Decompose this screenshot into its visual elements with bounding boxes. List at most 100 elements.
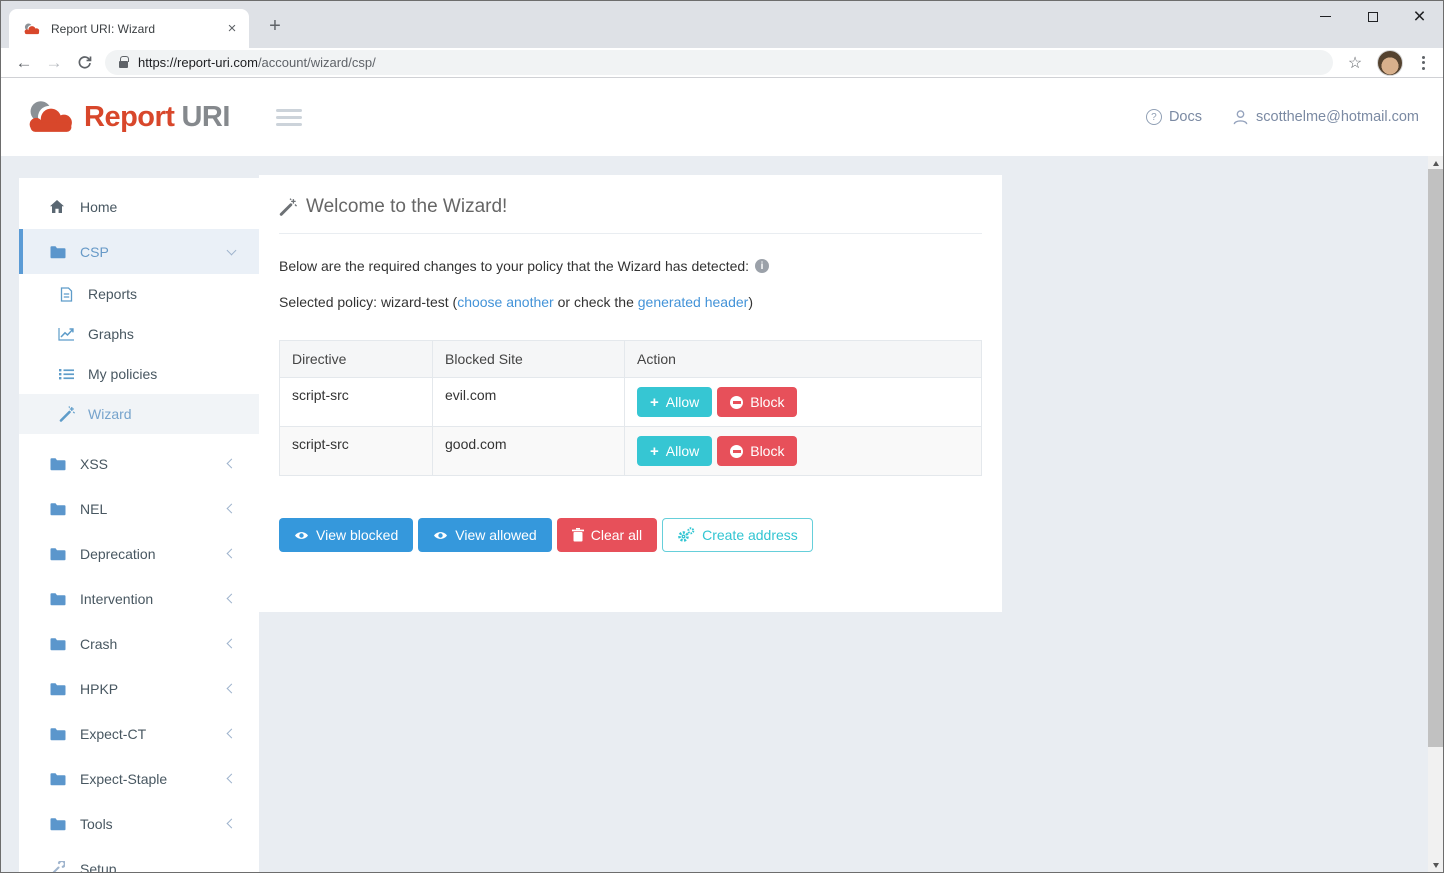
scroll-down-arrow[interactable] bbox=[1428, 858, 1443, 872]
cell-blocked-site: evil.com bbox=[433, 378, 625, 427]
chevron-left-icon bbox=[227, 684, 237, 694]
sidebar-item-reports[interactable]: Reports bbox=[19, 274, 259, 314]
sidebar-item-expect-staple[interactable]: Expect-Staple bbox=[19, 756, 259, 801]
cell-directive: script-src bbox=[280, 378, 433, 427]
view-blocked-button[interactable]: View blocked bbox=[279, 518, 413, 552]
wizard-panel: Welcome to the Wizard! Below are the req… bbox=[259, 175, 1002, 612]
plus-icon bbox=[650, 395, 659, 410]
sidebar-item-setup[interactable]: Setup bbox=[19, 846, 259, 872]
forward-button[interactable] bbox=[39, 50, 69, 76]
refresh-button[interactable] bbox=[69, 50, 99, 76]
file-icon bbox=[57, 287, 76, 302]
folder-icon bbox=[47, 637, 67, 651]
report-uri-logo[interactable]: Report URI bbox=[25, 100, 230, 134]
sidebar-item-xss[interactable]: XSS bbox=[19, 441, 259, 486]
eye-icon bbox=[294, 530, 309, 541]
chevron-left-icon bbox=[227, 594, 237, 604]
lock-icon[interactable] bbox=[119, 61, 128, 68]
browser-tab[interactable]: Report URI: Wizard bbox=[9, 9, 249, 48]
sidebar-item-nel[interactable]: NEL bbox=[19, 486, 259, 531]
block-button[interactable]: Block bbox=[717, 436, 797, 466]
sidebar: Home CSP Reports bbox=[19, 178, 259, 872]
allow-button[interactable]: Allow bbox=[637, 436, 712, 466]
user-icon bbox=[1232, 109, 1249, 126]
refresh-icon bbox=[77, 55, 92, 70]
policy-middle: or check the bbox=[554, 294, 638, 310]
bookmark-star-button[interactable] bbox=[1341, 53, 1369, 73]
folder-icon bbox=[47, 502, 67, 516]
magic-wand-icon bbox=[57, 406, 76, 422]
chevron-down-icon bbox=[227, 245, 237, 255]
sidebar-item-intervention[interactable]: Intervention bbox=[19, 576, 259, 621]
maximize-button[interactable] bbox=[1349, 1, 1396, 32]
clear-all-label: Clear all bbox=[591, 527, 642, 543]
sidebar-item-label: Intervention bbox=[80, 591, 228, 607]
folder-icon bbox=[47, 817, 67, 831]
cell-blocked-site: good.com bbox=[433, 427, 625, 476]
tab-close-icon[interactable] bbox=[223, 20, 241, 38]
block-button[interactable]: Block bbox=[717, 387, 797, 417]
block-label: Block bbox=[750, 443, 784, 459]
sidebar-item-label: Tools bbox=[80, 816, 228, 832]
column-header-action: Action bbox=[625, 341, 982, 378]
page-scrollbar[interactable] bbox=[1428, 156, 1443, 872]
sidebar-item-label: Deprecation bbox=[80, 546, 228, 562]
table-row: script-src good.com Allow Block bbox=[280, 427, 982, 476]
clear-all-button[interactable]: Clear all bbox=[557, 518, 657, 552]
docs-label: Docs bbox=[1169, 109, 1202, 125]
column-header-directive: Directive bbox=[280, 341, 433, 378]
new-tab-button[interactable] bbox=[263, 14, 287, 38]
page-title: Welcome to the Wizard! bbox=[306, 196, 507, 218]
generated-header-link[interactable]: generated header bbox=[638, 294, 749, 310]
sidebar-item-crash[interactable]: Crash bbox=[19, 621, 259, 666]
sidebar-item-deprecation[interactable]: Deprecation bbox=[19, 531, 259, 576]
back-button[interactable] bbox=[9, 50, 39, 76]
create-address-button[interactable]: Create address bbox=[662, 518, 813, 552]
info-icon[interactable] bbox=[755, 259, 769, 273]
browser-window: Report URI: Wizard https://report-uri.co… bbox=[0, 0, 1444, 873]
folder-icon bbox=[47, 682, 67, 696]
folder-icon bbox=[47, 772, 67, 786]
sidebar-item-tools[interactable]: Tools bbox=[19, 801, 259, 846]
chevron-left-icon bbox=[227, 459, 237, 469]
profile-avatar[interactable] bbox=[1377, 50, 1403, 76]
sidebar-item-label: Home bbox=[80, 199, 235, 215]
close-button[interactable] bbox=[1396, 1, 1443, 32]
minimize-button[interactable] bbox=[1302, 1, 1349, 32]
cell-action: Allow Block bbox=[625, 427, 982, 476]
web-page: Report URI Docs scotthelme@hotmail.com bbox=[1, 78, 1443, 872]
sidebar-item-csp[interactable]: CSP bbox=[19, 229, 259, 274]
sidebar-item-my-policies[interactable]: My policies bbox=[19, 354, 259, 394]
scrollbar-thumb[interactable] bbox=[1428, 169, 1443, 747]
logo-word-uri: URI bbox=[181, 101, 229, 134]
browser-menu-button[interactable] bbox=[1411, 51, 1435, 75]
view-allowed-button[interactable]: View allowed bbox=[418, 518, 551, 552]
sidebar-item-label: Expect-CT bbox=[80, 726, 228, 742]
sidebar-item-label: NEL bbox=[80, 501, 228, 517]
trash-icon bbox=[572, 528, 584, 542]
sidebar-item-label: Reports bbox=[88, 286, 137, 302]
choose-another-link[interactable]: choose another bbox=[457, 294, 554, 310]
sidebar-item-wizard[interactable]: Wizard bbox=[19, 394, 259, 434]
allow-label: Allow bbox=[666, 394, 699, 410]
chevron-left-icon bbox=[227, 729, 237, 739]
sidebar-item-graphs[interactable]: Graphs bbox=[19, 314, 259, 354]
site-header: Report URI Docs scotthelme@hotmail.com bbox=[1, 78, 1443, 156]
home-icon bbox=[47, 199, 67, 214]
maximize-icon bbox=[1368, 12, 1378, 22]
sidebar-item-label: Graphs bbox=[88, 326, 134, 342]
scroll-up-arrow[interactable] bbox=[1428, 156, 1443, 170]
report-uri-favicon-icon bbox=[23, 23, 41, 35]
sidebar-item-hpkp[interactable]: HPKP bbox=[19, 666, 259, 711]
account-menu[interactable]: scotthelme@hotmail.com bbox=[1232, 109, 1419, 126]
allow-button[interactable]: Allow bbox=[637, 387, 712, 417]
gears-icon bbox=[677, 527, 695, 543]
browser-toolbar: https://report-uri.com/account/wizard/cs… bbox=[1, 48, 1443, 78]
folder-icon bbox=[47, 592, 67, 606]
sidebar-item-label: My policies bbox=[88, 366, 157, 382]
sidebar-item-home[interactable]: Home bbox=[19, 184, 259, 229]
docs-link[interactable]: Docs bbox=[1146, 109, 1202, 125]
sidebar-item-expect-ct[interactable]: Expect-CT bbox=[19, 711, 259, 756]
address-bar[interactable]: https://report-uri.com/account/wizard/cs… bbox=[105, 50, 1333, 75]
sidebar-toggle-button[interactable] bbox=[276, 109, 302, 126]
